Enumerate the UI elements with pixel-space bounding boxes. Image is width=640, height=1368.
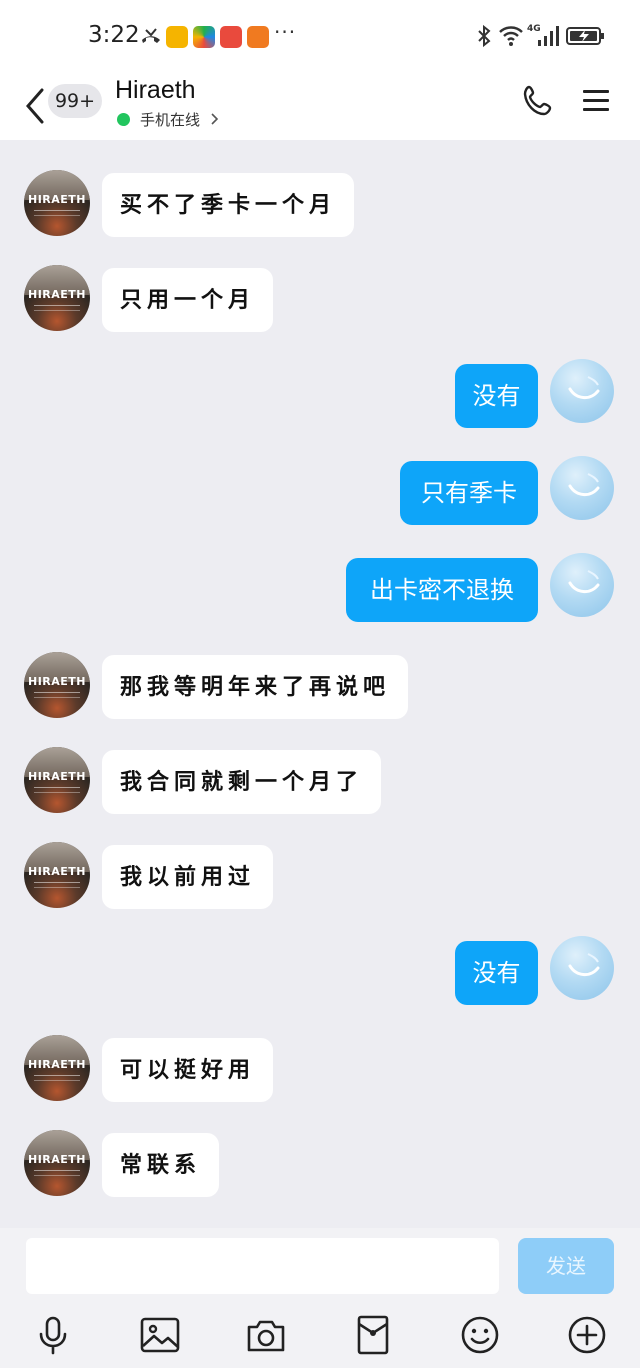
chat-screen: 3:22 ··· 4G 99+ Hiraeth 手机在线 HIRAETH 买不了… xyxy=(0,0,640,1368)
red-packet-icon[interactable] xyxy=(352,1314,394,1356)
online-status[interactable]: 手机在线 xyxy=(117,108,220,130)
chevron-right-icon xyxy=(211,113,219,125)
chat-header: 99+ Hiraeth 手机在线 xyxy=(0,72,640,140)
contact-avatar[interactable]: HIRAETH xyxy=(24,842,90,908)
avatar-subtext-lines xyxy=(34,882,80,888)
message-bubble-incoming[interactable]: 那我等明年来了再说吧 xyxy=(102,655,409,719)
contact-avatar[interactable]: HIRAETH xyxy=(24,1130,90,1196)
my-avatar[interactable] xyxy=(550,456,614,520)
my-avatar[interactable] xyxy=(550,359,614,423)
online-dot-icon xyxy=(117,112,130,126)
contact-avatar[interactable]: HIRAETH xyxy=(24,652,90,718)
status-bar: 3:22 ··· 4G xyxy=(0,0,640,72)
weibo-app-icon xyxy=(166,26,188,48)
taobao-app-icon xyxy=(247,26,269,48)
contact-name[interactable]: Hiraeth xyxy=(115,76,196,105)
send-button[interactable]: 发送 xyxy=(518,1238,614,1294)
avatar-subtext-lines xyxy=(34,210,80,216)
wifi-icon xyxy=(499,26,523,46)
app-notification-icon xyxy=(193,26,215,48)
message-bubble-outgoing[interactable]: 出卡密不退换 xyxy=(346,558,538,622)
message-bubble-incoming[interactable]: 可以挺好用 xyxy=(102,1038,274,1102)
unread-count-badge[interactable]: 99+ xyxy=(48,84,102,118)
message-bubble-outgoing[interactable]: 没有 xyxy=(455,941,538,1005)
message-input[interactable] xyxy=(26,1238,499,1294)
signal-icon xyxy=(538,26,559,46)
my-avatar[interactable] xyxy=(550,553,614,617)
message-bubble-incoming[interactable]: 买不了季卡一个月 xyxy=(102,173,355,237)
contact-avatar[interactable]: HIRAETH xyxy=(24,170,90,236)
contact-avatar[interactable]: HIRAETH xyxy=(24,747,90,813)
avatar-subtext-lines xyxy=(34,787,80,793)
avatar-text: HIRAETH xyxy=(27,770,86,783)
message-bubble-incoming[interactable]: 常联系 xyxy=(102,1133,220,1197)
emoji-icon[interactable] xyxy=(459,1314,501,1356)
online-status-text: 手机在线 xyxy=(140,110,201,129)
status-time: 3:22 xyxy=(88,22,140,48)
cloud-smile-icon xyxy=(568,376,600,399)
avatar-subtext-lines xyxy=(34,1075,80,1081)
cloud-smile-icon xyxy=(568,473,600,496)
cloud-smile-icon xyxy=(568,953,600,976)
avatar-text: HIRAETH xyxy=(27,1153,86,1166)
message-bubble-incoming[interactable]: 只用一个月 xyxy=(102,268,274,332)
avatar-subtext-lines xyxy=(34,1170,80,1176)
contact-avatar[interactable]: HIRAETH xyxy=(24,1035,90,1101)
more-notifications: ··· xyxy=(274,20,297,44)
message-bubble-incoming[interactable]: 我以前用过 xyxy=(102,845,274,909)
missed-call-icon xyxy=(142,28,160,43)
message-bubble-incoming[interactable]: 我合同就剩一个月了 xyxy=(102,750,382,814)
phone-icon[interactable] xyxy=(522,84,556,118)
avatar-text: HIRAETH xyxy=(27,288,86,301)
avatar-subtext-lines xyxy=(34,305,80,311)
avatar-text: HIRAETH xyxy=(27,865,86,878)
battery-charging-icon xyxy=(566,27,604,45)
huawei-mall-icon xyxy=(220,26,242,48)
bluetooth-icon xyxy=(478,24,491,48)
hamburger-menu-icon[interactable] xyxy=(582,88,610,114)
avatar-text: HIRAETH xyxy=(27,1058,86,1071)
camera-icon[interactable] xyxy=(245,1314,287,1356)
avatar-text: HIRAETH xyxy=(27,675,86,688)
avatar-subtext-lines xyxy=(34,692,80,698)
my-avatar[interactable] xyxy=(550,936,614,1000)
plus-circle-icon[interactable] xyxy=(566,1314,608,1356)
image-icon[interactable] xyxy=(139,1314,181,1356)
message-bubble-outgoing[interactable]: 只有季卡 xyxy=(400,461,538,525)
message-bubble-outgoing[interactable]: 没有 xyxy=(455,364,538,428)
avatar-text: HIRAETH xyxy=(27,193,86,206)
contact-avatar[interactable]: HIRAETH xyxy=(24,265,90,331)
microphone-icon[interactable] xyxy=(32,1314,74,1356)
cloud-smile-icon xyxy=(568,570,600,593)
chevron-left-icon[interactable] xyxy=(20,84,50,128)
composer: 发送 xyxy=(0,1228,640,1368)
